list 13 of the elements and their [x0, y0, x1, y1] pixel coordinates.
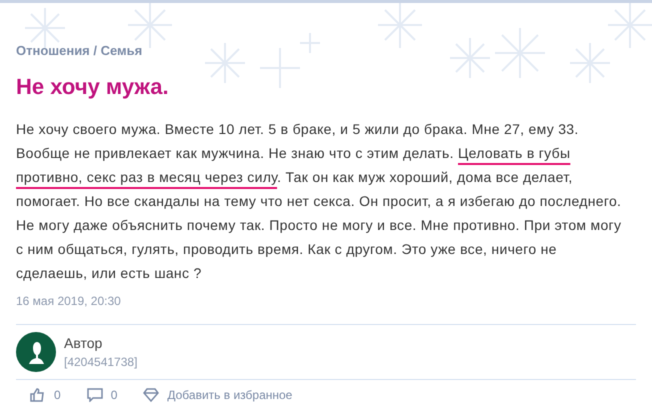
post-date: 16 мая 2019, 20:30: [16, 292, 122, 310]
thumbs-up-icon: [30, 388, 46, 402]
author-name[interactable]: Автор: [64, 332, 138, 352]
author-id: [4204541738]: [64, 354, 138, 370]
like-button[interactable]: 0: [30, 388, 61, 402]
diamond-icon: [143, 388, 160, 402]
post-text: Не хочу своего мужа. Вместе 10 лет. 5 в браке, и 5 жили до брака. Мне 27, ему 33. Вообще не привлекает как мужчина. Не знаю что с этим делать. Целовать в губы противно, секс раз в месяц через силу. Так он как муж хороший, дома все делает, помогает. Но все скандалы на тему что нет секса. Он просит, а я избегаю до последнего. Не могу даже объяснить почему так. Просто не могу и все. Мне противно. При этом могу с ним общаться, гулять, проводить время. Как с другом. Это уже все, ничего не сделаешь, или есть шанс ?: [16, 120, 622, 283]
favorite-button[interactable]: Добавить в избранное: [143, 388, 292, 402]
breadcrumb[interactable]: Отношения / Семья: [16, 41, 636, 60]
comments-button[interactable]: 0: [86, 388, 118, 402]
post-title: Не хочу мужа.: [16, 72, 170, 100]
speech-bubble-icon: [86, 388, 103, 402]
avatar-icon: [16, 332, 56, 372]
